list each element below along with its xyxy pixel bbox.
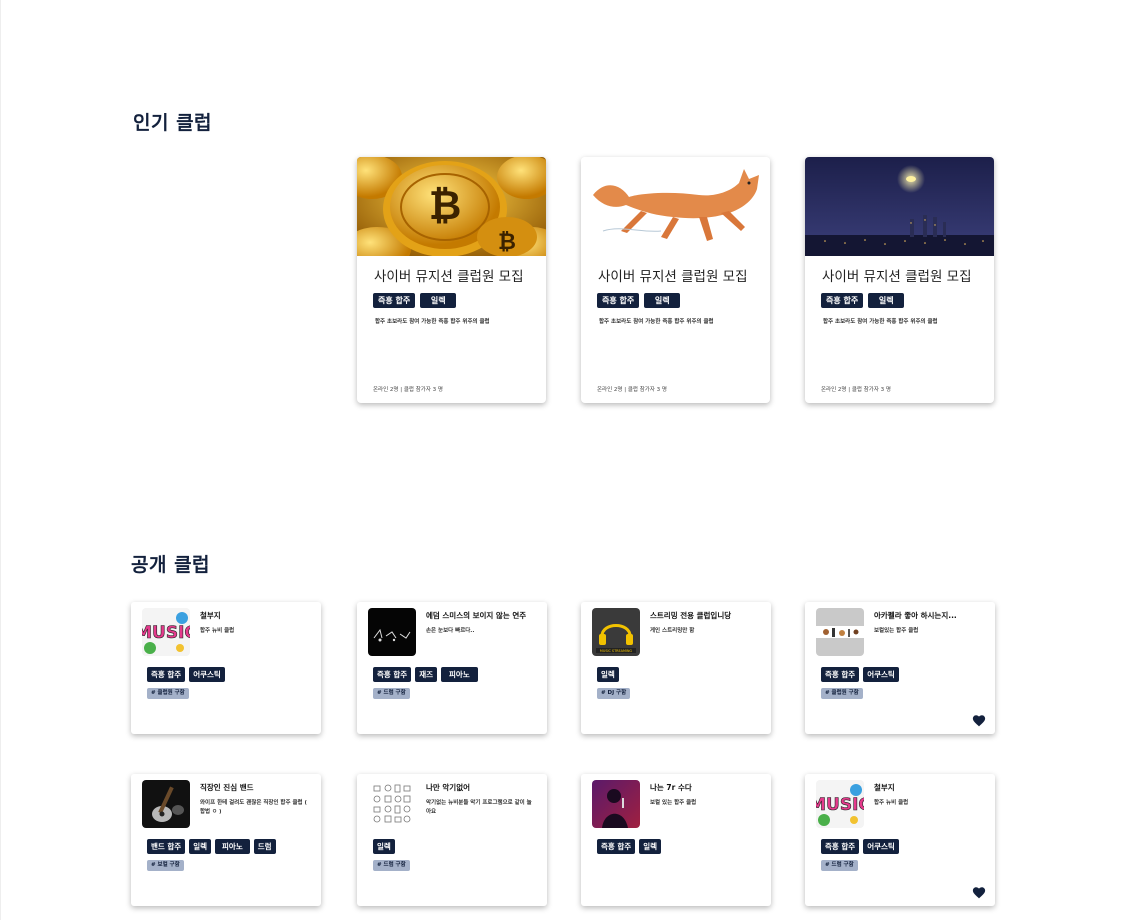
public-club-card[interactable]: 아카펠라 좋아 하시는지... 보컬있는 합주 클럽 즉흥 합주 어쿠스틱 # … <box>805 602 995 734</box>
club-tags: 즉흥 합주 재즈 피아노 <box>373 667 478 682</box>
page-edge <box>0 0 1 920</box>
club-tag: 일렉 <box>189 839 212 854</box>
recruit-badge: # DJ 구함 <box>597 688 631 699</box>
club-tag: 즉흥 합주 <box>147 667 186 682</box>
club-tag: 즉흥 합주 <box>373 293 416 308</box>
music-graffiti-image: MUSIC <box>816 780 864 828</box>
club-description: 합주 뉴비 클럽 <box>200 628 235 634</box>
night-city-image <box>805 157 994 256</box>
club-meta: 온라인 2명 | 클럽 참가자 3 명 <box>373 387 443 393</box>
club-name: 철부지 <box>200 611 221 620</box>
club-tag: 피아노 <box>215 839 250 854</box>
club-description: 보컬 있는 합주 클럽 <box>650 800 697 806</box>
public-club-card[interactable]: MUSIC 철부지 합주 뉴비 클럽 즉흥 합주 어쿠스틱 # 클럽원 구함 <box>131 602 321 734</box>
club-tags: 밴드 합주 일렉 피아노 드럼 <box>147 839 276 854</box>
club-name: 사이버 뮤지션 클럽원 모집 <box>598 269 748 285</box>
club-name: 직장인 진심 밴드 <box>200 783 254 792</box>
club-tags: 즉흥 합주 어쿠스틱 <box>821 667 899 682</box>
club-tag: 즉흥 합주 <box>821 839 860 854</box>
bitcoin-image: ₿ ₿ <box>357 157 546 256</box>
club-tags: 일렉 <box>597 667 619 682</box>
public-club-card[interactable]: 나는 7r 수다 보컬 있는 합주 클럽 즉흥 합주 일렉 <box>581 774 771 906</box>
club-tag: 즉흥 합주 <box>373 667 412 682</box>
club-tags: 즉흥 합주 일렉 <box>373 293 457 308</box>
svg-text:MUSIC STREAMING: MUSIC STREAMING <box>600 649 633 653</box>
svg-text:₿: ₿ <box>498 230 516 255</box>
club-meta: 온라인 2명 | 클럽 참가자 3 명 <box>821 387 891 393</box>
club-description: 보컬있는 합주 클럽 <box>874 628 919 634</box>
club-tag: 밴드 합주 <box>147 839 186 854</box>
svg-text:₿: ₿ <box>429 183 462 229</box>
club-description: 악기없는 뉴비분들 악기 프로그램으로 같이 놀아요 <box>426 800 532 815</box>
club-tags: 즉흥 합주 일렉 <box>597 293 681 308</box>
club-tag: 어쿠스틱 <box>863 839 899 854</box>
club-tags: 즉흥 합주 일렉 <box>821 293 905 308</box>
club-name: 철부지 <box>874 783 895 792</box>
recruit-badge: # 보컬 구함 <box>147 860 184 871</box>
club-name: 에덤 스미스의 보이지 않는 연주 <box>426 611 527 620</box>
club-description: 손은 눈보다 빠르다.. <box>426 628 475 634</box>
club-tags: 일렉 <box>373 839 395 854</box>
club-name: 사이버 뮤지션 클럽원 모집 <box>822 269 972 285</box>
club-tags: 즉흥 합주 어쿠스틱 <box>147 667 225 682</box>
instrument-line-image <box>816 608 864 656</box>
club-tag: 즉흥 합주 <box>597 839 636 854</box>
club-tag: 즉흥 합주 <box>821 667 860 682</box>
club-name: 사이버 뮤지션 클럽원 모집 <box>374 269 524 285</box>
club-tag: 어쿠스틱 <box>863 667 899 682</box>
public-club-card[interactable]: 직장인 진심 밴드 와이프 한테 걸려도 괜찮은 직장인 합주 클럽 ( 합법 … <box>131 774 321 906</box>
public-club-card[interactable]: 나만 악기없어 악기없는 뉴비분들 악기 프로그램으로 같이 놀아요 일렉 # … <box>357 774 547 906</box>
club-name: 나는 7r 수다 <box>650 783 692 792</box>
club-tag: 일렉 <box>373 839 395 854</box>
club-meta: 온라인 2명 | 클럽 참가자 3 명 <box>597 387 667 393</box>
club-tag: 일렉 <box>644 293 681 308</box>
club-description: 게인 스트리밍만 함 <box>650 628 695 634</box>
recruit-badge: # 드럼 구함 <box>373 688 410 699</box>
recruit-badge: # 클럽원 구함 <box>147 688 189 699</box>
public-section-title: 공개 클럽 <box>131 554 211 576</box>
popular-club-card[interactable]: ₿ ₿ 사이버 뮤지션 클럽원 모집 즉흥 합주 일렉 합주 초보라도 참여 가… <box>357 157 546 403</box>
club-description: 합주 초보라도 참여 가능한 즉흥 합주 위주의 클럽 <box>599 319 714 325</box>
popular-club-card[interactable]: 사이버 뮤지션 클럽원 모집 즉흥 합주 일렉 합주 초보라도 참여 가능한 즉… <box>581 157 770 403</box>
guitar-image <box>142 780 190 828</box>
fox-illustration-image <box>581 157 770 256</box>
svg-text:MUSIC: MUSIC <box>816 795 864 815</box>
recruit-badge: # 드럼 구함 <box>821 860 858 871</box>
public-club-card[interactable]: 에덤 스미스의 보이지 않는 연주 손은 눈보다 빠르다.. 즉흥 합주 재즈 … <box>357 602 547 734</box>
club-tag: 즉흥 합주 <box>821 293 864 308</box>
svg-text:MUSIC: MUSIC <box>142 623 190 643</box>
club-tag: 재즈 <box>415 667 438 682</box>
public-club-card[interactable]: MUSIC 철부지 합주 뉴비 클럽 즉흥 합주 어쿠스틱 # 드럼 구함 <box>805 774 995 906</box>
club-tag: 즉흥 합주 <box>597 293 640 308</box>
popular-club-card[interactable]: 사이버 뮤지션 클럽원 모집 즉흥 합주 일렉 합주 초보라도 참여 가능한 즉… <box>805 157 994 403</box>
instrument-icons-image <box>368 780 416 828</box>
club-description: 합주 초보라도 참여 가능한 즉흥 합주 위주의 클럽 <box>823 319 938 325</box>
club-tags: 즉흥 합주 어쿠스틱 <box>821 839 899 854</box>
recruit-badge: # 드럼 구함 <box>373 860 410 871</box>
club-tag: 일렉 <box>420 293 457 308</box>
recruit-badge: # 클럽원 구함 <box>821 688 863 699</box>
heart-icon[interactable] <box>972 714 986 727</box>
club-tag: 일렉 <box>639 839 662 854</box>
club-tag: 어쿠스틱 <box>189 667 225 682</box>
heart-icon[interactable] <box>972 886 986 899</box>
club-tag: 드럼 <box>253 839 276 854</box>
club-name: 나만 악기없어 <box>426 783 471 792</box>
club-name: 아카펠라 좋아 하시는지... <box>874 611 957 620</box>
club-description: 와이프 한테 걸려도 괜찮은 직장인 합주 클럽 ( 합법 ㅇ ) <box>200 800 307 815</box>
club-tag: 일렉 <box>597 667 619 682</box>
public-club-card[interactable]: MUSIC STREAMING 스트리밍 전용 클럽입니당 게인 스트리밍만 함… <box>581 602 771 734</box>
popular-section-title: 인기 클럽 <box>133 112 213 134</box>
music-graffiti-image: MUSIC <box>142 608 190 656</box>
club-tag: 일렉 <box>868 293 905 308</box>
club-description: 합주 초보라도 참여 가능한 즉흥 합주 위주의 클럽 <box>375 319 490 325</box>
club-tags: 즉흥 합주 일렉 <box>597 839 662 854</box>
club-description: 합주 뉴비 클럽 <box>874 800 909 806</box>
singer-image <box>592 780 640 828</box>
club-tag: 피아노 <box>441 667 478 682</box>
headphones-image: MUSIC STREAMING <box>592 608 640 656</box>
instrument-sketch-image <box>368 608 416 656</box>
club-name: 스트리밍 전용 클럽입니당 <box>650 611 732 620</box>
